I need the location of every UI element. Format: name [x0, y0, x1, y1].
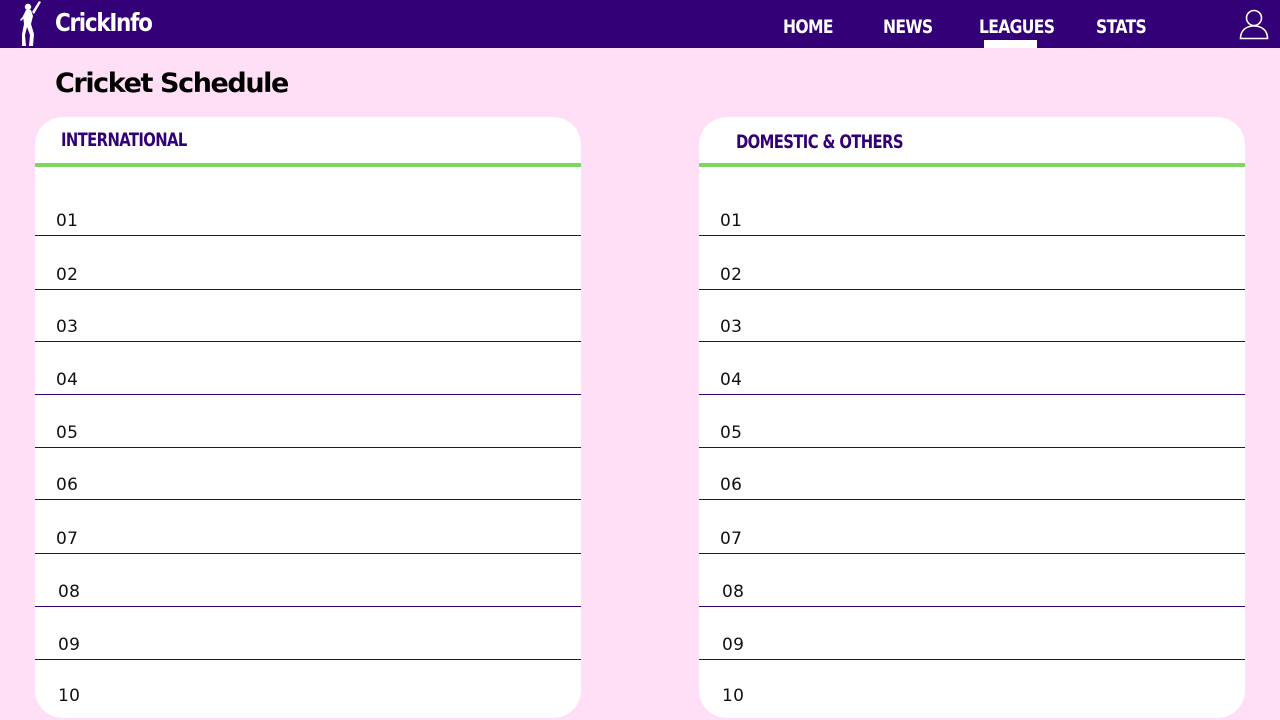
list-item[interactable]: 08 [35, 554, 581, 607]
top-navbar: CrickInfo HOME NEWS LEAGUES STATS [0, 0, 1280, 48]
row-number: 03 [720, 317, 743, 337]
list-item[interactable]: 06 [35, 448, 581, 500]
domestic-panel: DOMESTIC & OTHERS 01 02 03 04 05 06 07 0… [699, 117, 1245, 718]
list-item[interactable]: 04 [699, 342, 1245, 395]
page-title: Cricket Schedule [55, 68, 289, 99]
active-nav-indicator [984, 40, 1037, 48]
row-number: 05 [720, 423, 743, 443]
row-number: 03 [56, 317, 79, 337]
row-number: 07 [56, 529, 79, 549]
row-number: 06 [720, 475, 743, 495]
list-item[interactable]: 10 [35, 660, 581, 710]
row-number: 10 [58, 686, 81, 706]
row-number: 04 [720, 370, 743, 390]
panel-header: DOMESTIC & OTHERS [699, 117, 1245, 167]
row-number: 09 [722, 635, 745, 655]
row-number: 10 [722, 686, 745, 706]
international-panel: INTERNATIONAL 01 02 03 04 05 06 07 08 09… [35, 117, 581, 718]
list-item[interactable]: 06 [699, 448, 1245, 500]
panel-title-domestic: DOMESTIC & OTHERS [736, 131, 904, 153]
row-number: 08 [58, 582, 81, 602]
brand-name[interactable]: CrickInfo [55, 6, 153, 40]
row-number: 01 [56, 211, 79, 231]
list-item[interactable]: 03 [699, 290, 1245, 342]
list-item[interactable]: 05 [35, 395, 581, 448]
nav-item-leagues[interactable]: LEAGUES [979, 10, 1055, 44]
row-number: 05 [56, 423, 79, 443]
list-item[interactable]: 10 [699, 660, 1245, 710]
list-item[interactable]: 07 [699, 500, 1245, 554]
row-number: 09 [58, 635, 81, 655]
row-number: 04 [56, 370, 79, 390]
nav-item-news[interactable]: NEWS [883, 10, 933, 44]
row-number: 07 [720, 529, 743, 549]
list-item[interactable]: 02 [35, 236, 581, 290]
row-number: 02 [56, 265, 79, 285]
panel-title-international: INTERNATIONAL [61, 129, 187, 151]
row-number: 06 [56, 475, 79, 495]
row-number: 02 [720, 265, 743, 285]
list-item[interactable]: 03 [35, 290, 581, 342]
nav-item-home[interactable]: HOME [783, 10, 833, 44]
list-item[interactable]: 02 [699, 236, 1245, 290]
panel-header: INTERNATIONAL [35, 117, 581, 167]
list-item[interactable]: 09 [35, 607, 581, 660]
cricket-batsman-icon[interactable] [16, 0, 46, 48]
row-number: 08 [722, 582, 745, 602]
list-item[interactable]: 09 [699, 607, 1245, 660]
list-item[interactable]: 08 [699, 554, 1245, 607]
list-item[interactable]: 01 [699, 167, 1245, 236]
list-item[interactable]: 04 [35, 342, 581, 395]
user-icon[interactable] [1238, 8, 1270, 40]
list-item[interactable]: 01 [35, 167, 581, 236]
list-item[interactable]: 05 [699, 395, 1245, 448]
nav-item-stats[interactable]: STATS [1096, 10, 1147, 44]
row-number: 01 [720, 211, 743, 231]
list-item[interactable]: 07 [35, 500, 581, 554]
